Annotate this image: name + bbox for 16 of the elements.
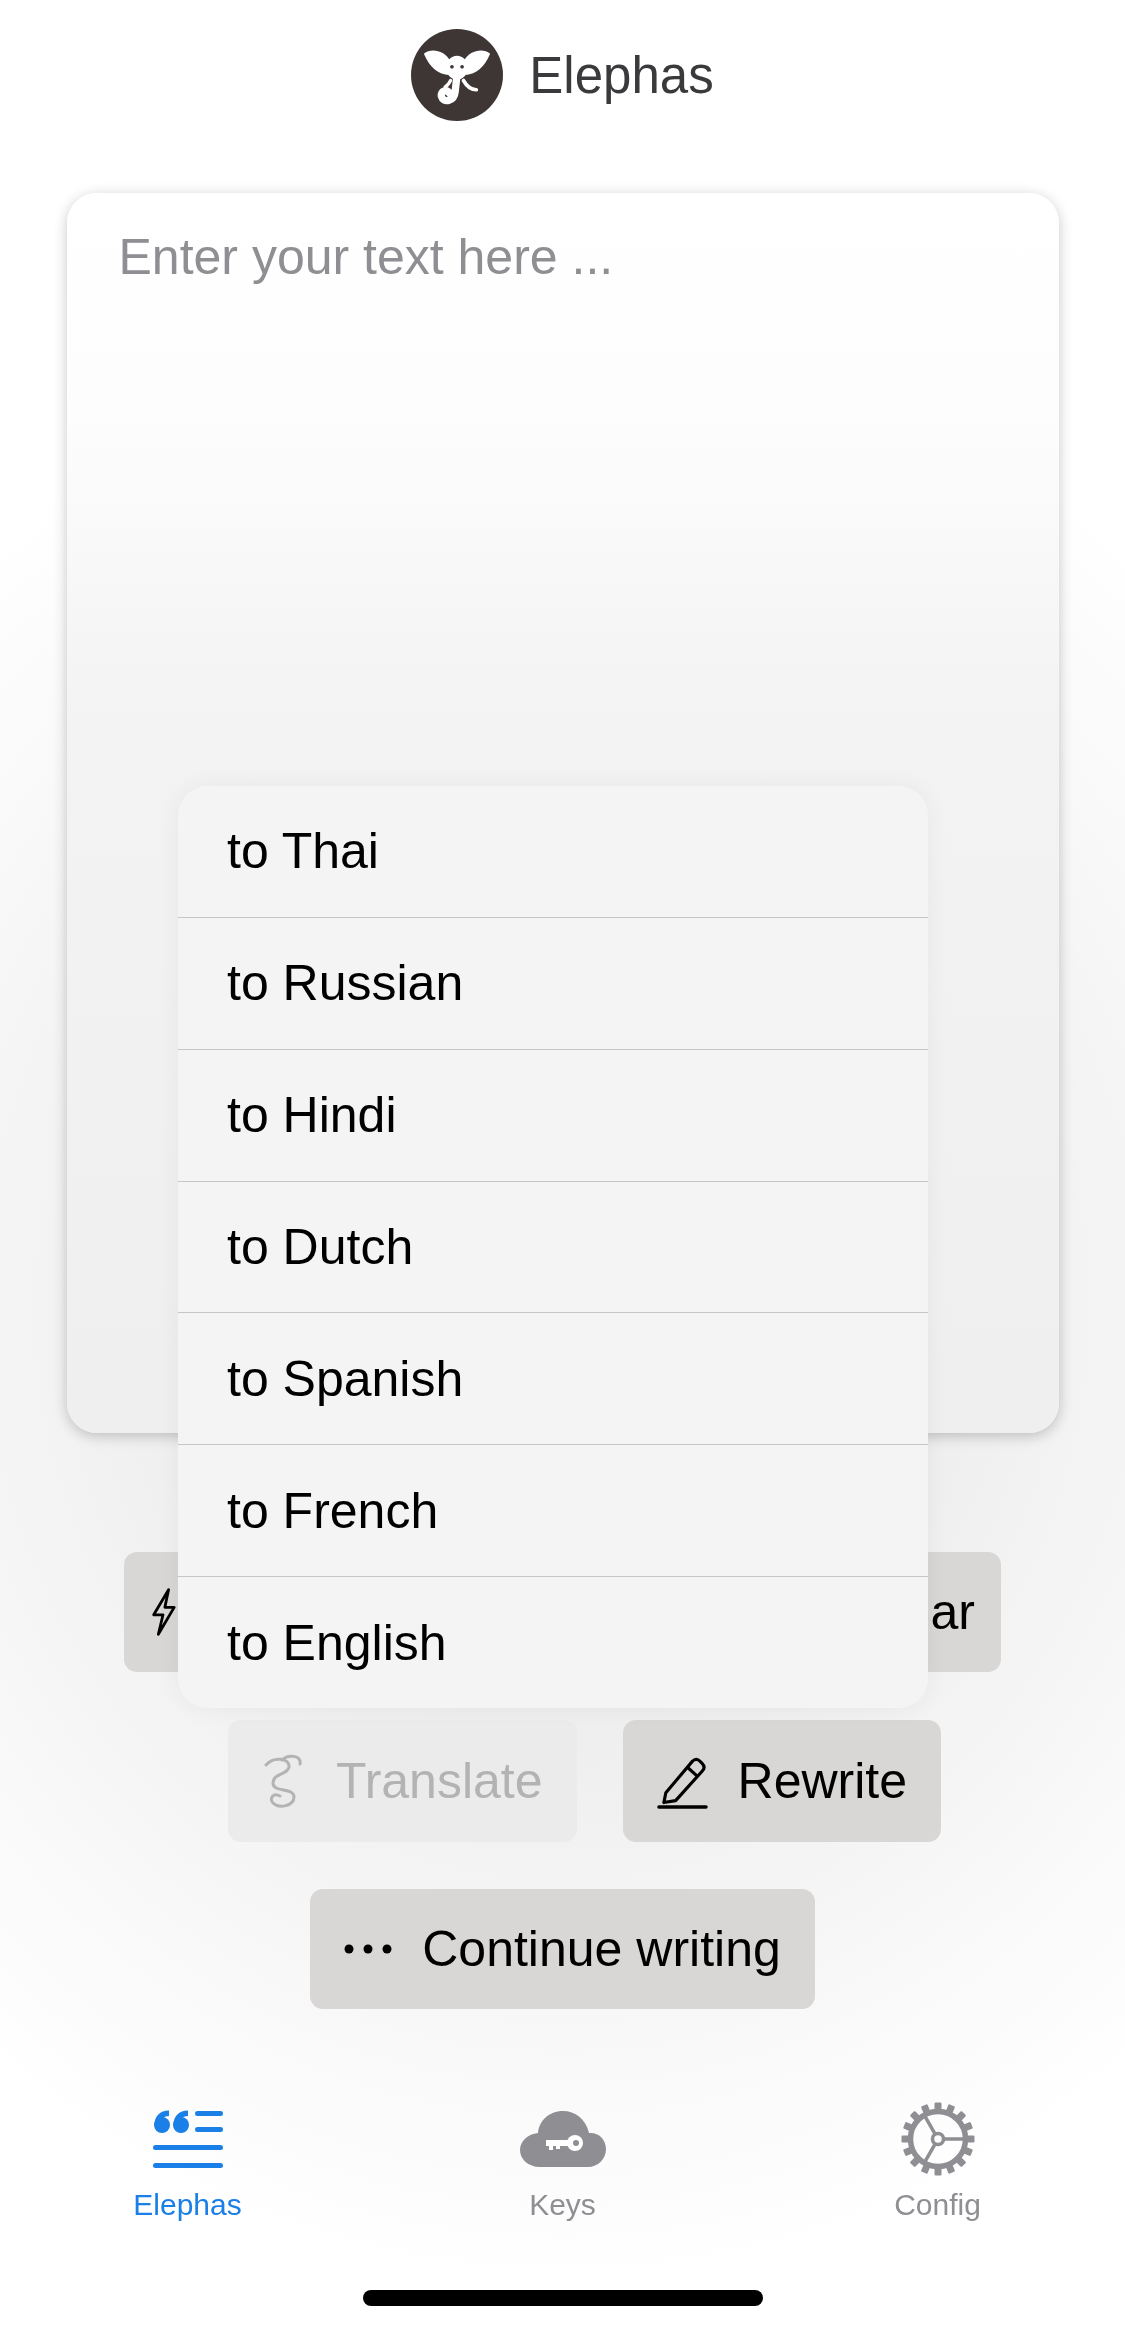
elephant-logo-icon bbox=[411, 29, 504, 121]
continue-writing-button[interactable]: Continue writing bbox=[310, 1889, 815, 2009]
menu-item[interactable]: to Dutch bbox=[178, 1181, 928, 1314]
ellipsis-icon bbox=[344, 1944, 393, 1954]
cloud-key-icon bbox=[519, 2109, 606, 2169]
tab-item[interactable]: Elephas bbox=[0, 2097, 375, 2220]
menu-item[interactable]: to Russian bbox=[178, 917, 928, 1050]
rewrite-button[interactable]: Rewrite bbox=[622, 1720, 942, 1842]
lightning-icon bbox=[150, 1587, 176, 1637]
quote-lines-icon bbox=[152, 2109, 223, 2169]
gear-icon bbox=[900, 2102, 975, 2176]
menu-item[interactable]: to French bbox=[178, 1445, 928, 1578]
menu-item[interactable]: to Spanish bbox=[178, 1313, 928, 1446]
menu-item[interactable]: to Hindi bbox=[178, 1049, 928, 1182]
menu-item[interactable]: to Thai bbox=[178, 786, 928, 918]
menu-item[interactable]: to English bbox=[178, 1577, 928, 1708]
